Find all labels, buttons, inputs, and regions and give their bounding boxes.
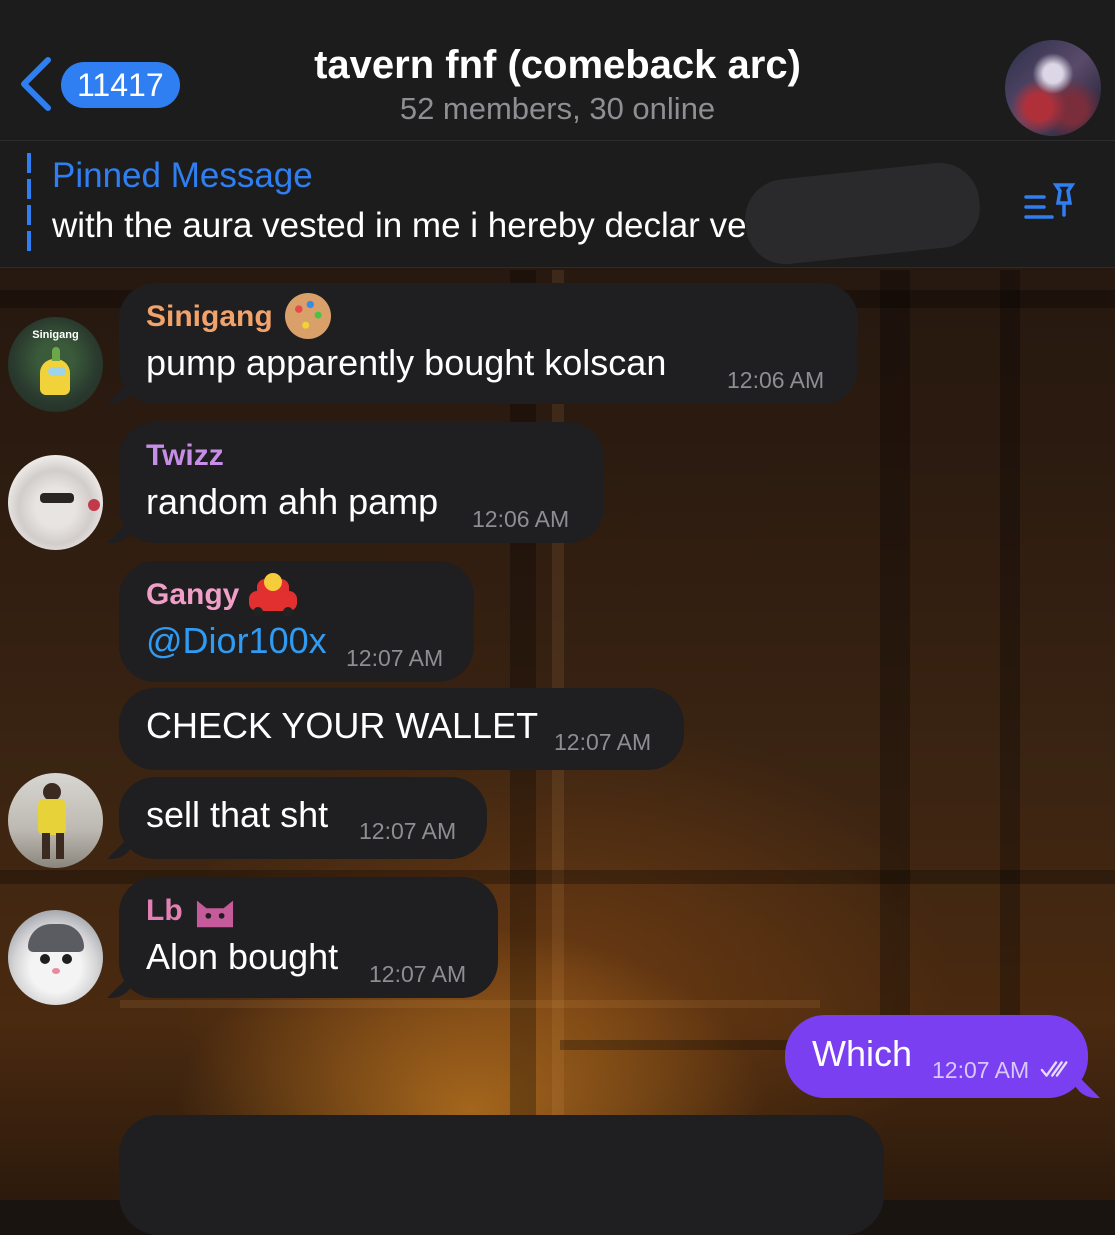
pinned-message-bar[interactable]: Pinned Message with the aura vested in m… bbox=[0, 141, 1115, 269]
avatar-sinigang[interactable]: Sinigang bbox=[8, 317, 103, 412]
chat-header: 11417 tavern fnf (comeback arc) 52 membe… bbox=[0, 0, 1115, 141]
message-text: sell that sht bbox=[146, 794, 329, 835]
mention-link[interactable]: @Dior100x bbox=[146, 619, 327, 663]
avatar-yellow-shirt[interactable] bbox=[8, 773, 103, 868]
message-text: pump apparently bought kolscan bbox=[146, 342, 667, 383]
message-time: 12:07 AM bbox=[932, 1057, 1030, 1083]
message-bubble[interactable]: Twizz random ahh pamp 12:06 AM bbox=[119, 422, 604, 543]
chat-title[interactable]: tavern fnf (comeback arc) bbox=[0, 42, 1115, 88]
sender-name[interactable]: Twizz bbox=[146, 438, 224, 474]
message-text: Which bbox=[812, 1033, 913, 1074]
cat-face-icon bbox=[196, 900, 234, 928]
message-time: 12:06 AM bbox=[472, 506, 570, 532]
avatar-label: Sinigang bbox=[32, 329, 79, 341]
car-emoji-icon bbox=[245, 571, 301, 619]
pin-list-icon[interactable] bbox=[1022, 181, 1078, 227]
sender-name[interactable]: Sinigang bbox=[146, 299, 273, 335]
double-check-icon bbox=[1040, 1061, 1068, 1077]
message-time: 12:07 AM bbox=[554, 729, 652, 755]
message-time: 12:07 AM bbox=[346, 645, 444, 671]
message-bubble[interactable] bbox=[119, 1115, 884, 1235]
message-bubble[interactable]: Sinigang pump apparently bought kolscan … bbox=[119, 283, 858, 404]
message-text: CHECK YOUR WALLET bbox=[146, 705, 539, 746]
avatar-twizz[interactable] bbox=[8, 455, 103, 550]
message-text: random ahh pamp bbox=[146, 481, 439, 522]
pinned-title: Pinned Message bbox=[52, 156, 313, 195]
sender-name[interactable]: Lb bbox=[146, 893, 183, 929]
message-bubble[interactable]: Lb Alon bought 12:07 AM bbox=[119, 877, 498, 998]
message-bubble[interactable]: sell that sht 12:07 AM bbox=[119, 777, 487, 859]
outgoing-message-bubble[interactable]: Which 12:07 AM bbox=[785, 1015, 1088, 1098]
pinned-indicator bbox=[27, 153, 31, 253]
redaction-scribble bbox=[741, 158, 984, 269]
message-time: 12:07 AM bbox=[369, 961, 467, 987]
message-time: 12:06 AM bbox=[727, 367, 825, 393]
message-time: 12:07 AM bbox=[359, 818, 457, 844]
group-avatar[interactable] bbox=[1005, 40, 1101, 136]
chat-member-status: 52 members, 30 online bbox=[399, 91, 716, 126]
artist-palette-icon bbox=[285, 293, 331, 339]
message-bubble[interactable]: Gangy @Dior100x 12:07 AM bbox=[119, 561, 474, 682]
avatar-lb[interactable] bbox=[8, 910, 103, 1005]
message-text: Alon bought bbox=[146, 936, 339, 977]
sender-name[interactable]: Gangy bbox=[146, 577, 239, 613]
message-bubble[interactable]: CHECK YOUR WALLET 12:07 AM bbox=[119, 688, 684, 770]
